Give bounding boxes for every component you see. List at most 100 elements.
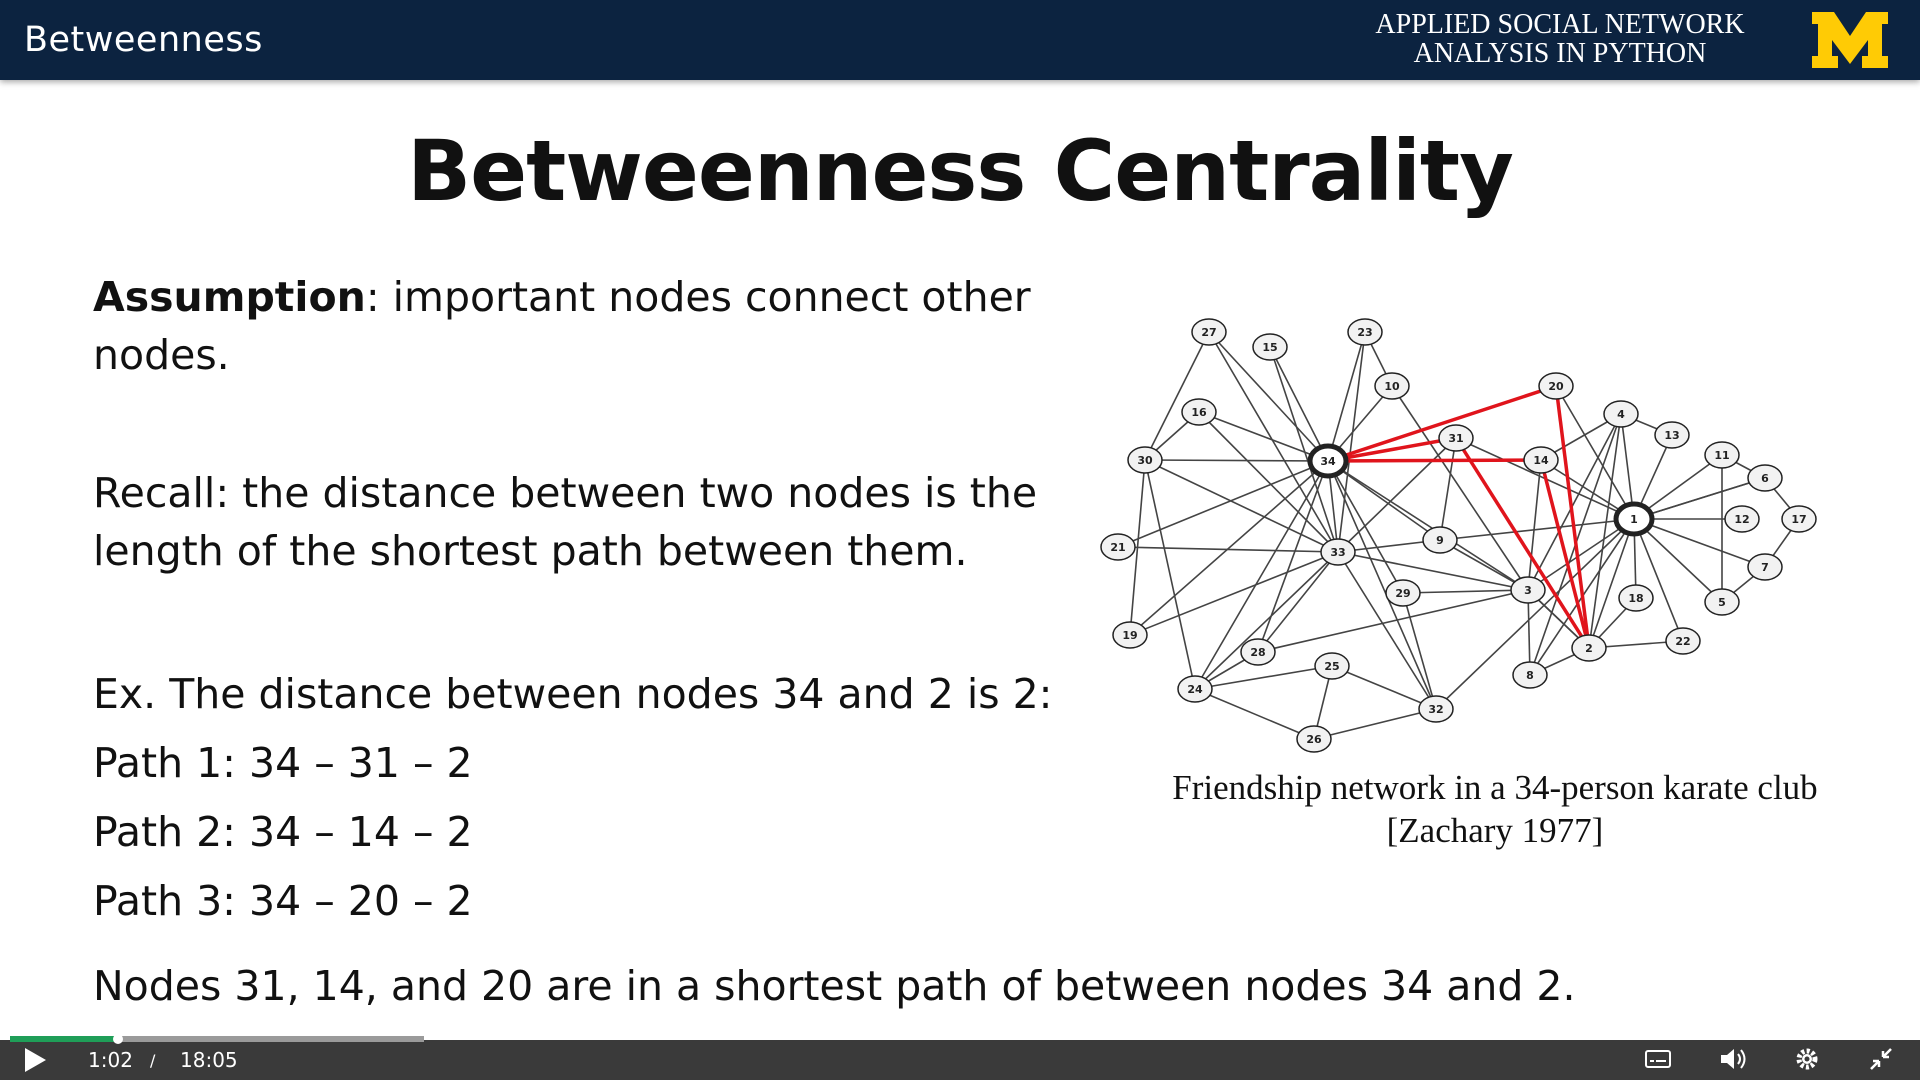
header-bar: Betweenness APPLIED SOCIAL NETWORK ANALY… [0,0,1920,80]
assumption-line-2: nodes. [93,331,230,379]
network-node-label: 27 [1201,326,1216,339]
network-node-34: 34 [1307,443,1349,479]
gear-icon[interactable] [1794,1046,1820,1072]
course-title: APPLIED SOCIAL NETWORK ANALYSIS IN PYTHO… [1350,10,1770,68]
network-node-label: 14 [1533,454,1549,467]
assumption-body: : important nodes connect other [365,273,1031,321]
network-edge [1117,546,1339,553]
highlighted-edge [1454,437,1591,649]
network-node-label: 4 [1617,408,1625,421]
highlighted-edge [1327,458,1542,463]
network-node-label: 28 [1250,646,1265,659]
network-node-label: 16 [1191,406,1207,419]
network-node-label: 5 [1718,596,1726,609]
time-separator: / [150,1051,156,1070]
network-node-8: 8 [1512,661,1548,689]
network-node-32: 32 [1418,695,1454,723]
path-2: Path 2: 34 – 14 – 2 [93,808,473,856]
network-node-label: 2 [1585,642,1593,655]
recall-line-1: Recall: the distance between two nodes i… [93,469,1038,517]
network-node-label: 11 [1714,449,1729,462]
network-node-33: 33 [1320,538,1356,566]
header-title: Betweenness [24,20,263,60]
network-node-label: 32 [1428,703,1443,716]
network-node-5: 5 [1704,588,1740,616]
caption-line-1: Friendship network in a 34-person karate… [1172,768,1818,807]
network-edge [1327,331,1366,462]
network-node-label: 20 [1548,380,1564,393]
network-node-23: 23 [1347,318,1383,346]
network-node-11: 11 [1704,441,1740,469]
network-node-21: 21 [1100,533,1136,561]
network-node-10: 10 [1374,372,1410,400]
network-edge [1402,589,1529,594]
network-node-label: 10 [1384,380,1400,393]
network-node-label: 15 [1262,341,1277,354]
network-node-label: 8 [1526,669,1534,682]
course-title-line-2: ANALYSIS IN PYTHON [1413,38,1707,69]
network-edge [1313,708,1437,740]
network-node-16: 16 [1181,398,1217,426]
network-node-label: 22 [1675,635,1690,648]
network-node-18: 18 [1618,584,1654,612]
figure-caption: Friendship network in a 34-person karate… [1140,766,1850,852]
path-1: Path 1: 34 – 31 – 2 [93,739,473,787]
network-edge [1198,411,1329,462]
play-icon[interactable] [22,1046,48,1074]
network-edge [1269,346,1329,462]
progress-handle[interactable] [113,1034,123,1044]
network-node-label: 23 [1357,326,1372,339]
assumption-text: Assumption: important nodes connect othe… [93,268,1053,384]
network-node-29: 29 [1385,579,1421,607]
network-node-label: 13 [1664,429,1679,442]
network-node-24: 24 [1177,675,1213,703]
network-node-28: 28 [1240,638,1276,666]
network-node-label: 12 [1734,513,1749,526]
network-node-31: 31 [1438,424,1474,452]
course-title-line-1: APPLIED SOCIAL NETWORK [1375,9,1745,40]
network-node-27: 27 [1191,318,1227,346]
network-node-6: 6 [1747,464,1783,492]
network-edge [1327,460,1404,594]
network-node-25: 25 [1314,652,1350,680]
network-node-label: 1 [1630,513,1638,526]
network-node-14: 14 [1523,446,1559,474]
recall-text: Recall: the distance between two nodes i… [93,464,1073,580]
network-node-label: 18 [1628,592,1643,605]
network-node-label: 29 [1395,587,1410,600]
network-edge [1144,459,1339,553]
network-edge [1117,460,1329,548]
network-node-label: 31 [1448,432,1463,445]
network-edge [1402,592,1437,710]
network-node-7: 7 [1747,553,1783,581]
network-node-30: 30 [1127,446,1163,474]
example-line: Ex. The distance between nodes 34 and 2 … [93,670,1053,718]
university-logo-icon [1812,12,1888,68]
network-node-15: 15 [1252,333,1288,361]
network-node-3: 3 [1510,576,1546,604]
progress-played [10,1036,118,1042]
network-node-label: 34 [1320,455,1336,468]
network-edge [1144,459,1329,462]
network-node-label: 26 [1306,733,1322,746]
network-node-label: 17 [1791,513,1806,526]
network-node-17: 17 [1781,505,1817,533]
network-node-19: 19 [1112,621,1148,649]
network-node-label: 19 [1122,629,1137,642]
duration: 18:05 [180,1048,238,1072]
volume-icon[interactable] [1718,1046,1748,1072]
captions-icon[interactable] [1644,1046,1672,1072]
network-node-label: 30 [1137,454,1153,467]
network-node-label: 9 [1436,534,1444,547]
network-edge [1144,459,1196,690]
network-node-label: 7 [1761,561,1769,574]
current-time: 1:02 [88,1048,133,1072]
recall-line-2: length of the shortest path between them… [93,527,968,575]
slide-title: Betweenness Centrality [407,122,1514,220]
karate-club-network: 1234567891011121314151617181920212223242… [1100,318,1817,753]
caption-line-2: [Zachary 1977] [1386,811,1604,850]
network-node-label: 3 [1524,584,1532,597]
network-node-label: 25 [1324,660,1339,673]
video-controls-bar [0,1040,1920,1080]
exit-fullscreen-icon[interactable] [1868,1046,1894,1072]
